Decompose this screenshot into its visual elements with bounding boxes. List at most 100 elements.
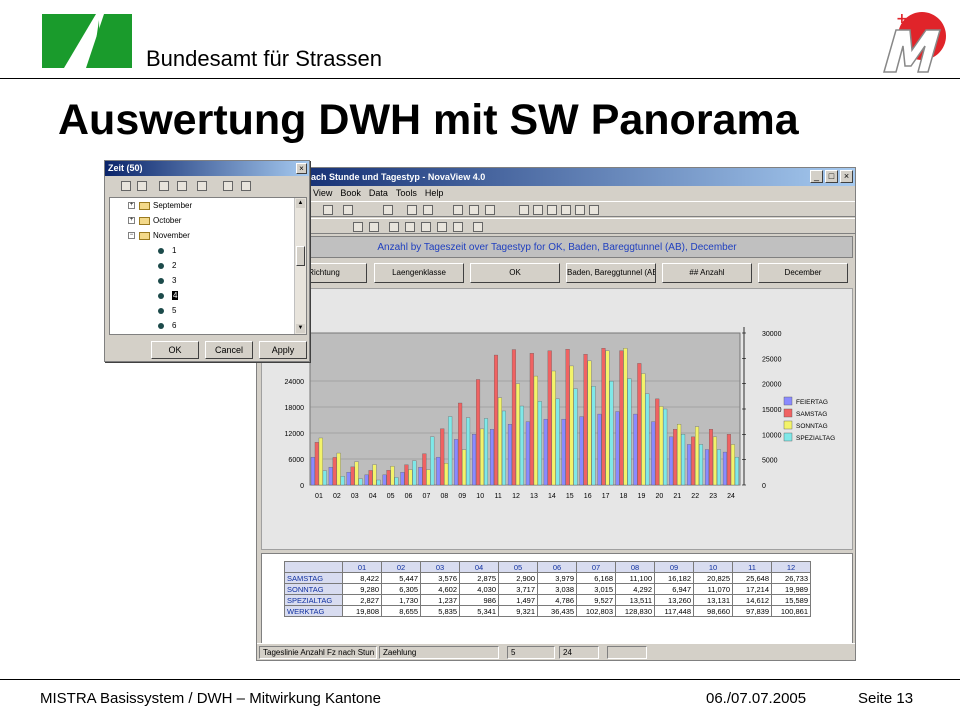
undo-icon[interactable] [323, 205, 333, 215]
grid-cell[interactable]: 6,168 [576, 572, 616, 584]
grid-row-header[interactable]: SPEZIALTAG [284, 594, 343, 606]
forward-icon[interactable] [533, 205, 543, 215]
grid-cell[interactable]: 17,214 [732, 583, 772, 595]
grid-column-header[interactable]: 08 [615, 561, 655, 573]
grid-column-header[interactable]: 09 [654, 561, 694, 573]
grid-cell[interactable]: 102,803 [576, 605, 616, 617]
grid-column-header[interactable]: 06 [537, 561, 577, 573]
grid-cell[interactable]: 100,861 [771, 605, 811, 617]
monitor-icon[interactable] [547, 205, 557, 215]
grid-cell[interactable]: 3,015 [576, 583, 616, 595]
grid-cell[interactable]: 4,786 [537, 594, 577, 606]
grid-cell[interactable]: 8,655 [381, 605, 421, 617]
grid-cell[interactable]: 4,602 [420, 583, 460, 595]
calculator-icon[interactable] [437, 222, 447, 232]
grid-cell[interactable]: 1,237 [420, 594, 460, 606]
folder-up-icon[interactable] [575, 205, 585, 215]
properties-icon[interactable] [473, 222, 483, 232]
grid-cell[interactable]: 4,030 [459, 583, 499, 595]
grid-cell[interactable]: 2,900 [498, 572, 538, 584]
hierarchy-icon[interactable] [353, 222, 363, 232]
grid-cell[interactable]: 13,131 [693, 594, 733, 606]
excel-icon[interactable] [453, 205, 463, 215]
grid-column-header[interactable]: 02 [381, 561, 421, 573]
grid-cell[interactable]: 1,730 [381, 594, 421, 606]
menu-book[interactable]: Book [340, 186, 361, 201]
sort-icon[interactable] [369, 222, 379, 232]
swap-icon[interactable] [405, 222, 415, 232]
grid-cell[interactable]: 11,100 [615, 572, 655, 584]
grid-cell[interactable]: 11,070 [693, 583, 733, 595]
grid-cell[interactable]: 14,612 [732, 594, 772, 606]
find-icon[interactable] [177, 181, 187, 191]
grid-cell[interactable]: 6,947 [654, 583, 694, 595]
grid-column-header[interactable]: 03 [420, 561, 460, 573]
grid-icon[interactable] [485, 205, 495, 215]
find-next-icon[interactable] [197, 181, 207, 191]
grid-cell[interactable]: 9,280 [342, 583, 382, 595]
dimension-button-ok[interactable]: OK [470, 263, 560, 283]
grid-cell[interactable]: 15,589 [771, 594, 811, 606]
chart-icon[interactable] [407, 205, 417, 215]
tree-scrollbar[interactable]: ▲ ▼ [294, 198, 306, 334]
grid-cell[interactable]: 6,305 [381, 583, 421, 595]
sheet-tab-zaehlung[interactable]: Zaehlung [379, 646, 499, 659]
grid-cell[interactable]: 986 [459, 594, 499, 606]
back-icon[interactable] [519, 205, 529, 215]
scroll-up-icon[interactable]: ▲ [296, 199, 305, 208]
grid-cell[interactable]: 2,875 [459, 572, 499, 584]
time-tree[interactable]: + September + October − November 1 2 3 4 5 … [109, 197, 307, 335]
grid-row-header[interactable]: SONNTAG [284, 583, 343, 595]
sheet-tab-tageslinie[interactable]: Tageslinie Anzahl Fz nach Stun [259, 646, 377, 659]
menu-help[interactable]: Help [425, 186, 444, 201]
grid-cell[interactable]: 13,260 [654, 594, 694, 606]
dimension-button-month[interactable]: December [758, 263, 848, 283]
grid-cell[interactable]: 97,839 [732, 605, 772, 617]
grid-cell[interactable]: 19,808 [342, 605, 382, 617]
percent-icon[interactable] [423, 205, 433, 215]
grid-cell[interactable]: 13,511 [615, 594, 655, 606]
tree-node-october[interactable]: + October [128, 216, 181, 225]
cancel-button[interactable]: Cancel [205, 341, 253, 359]
tree-icon[interactable] [159, 181, 169, 191]
close-button[interactable]: × [840, 170, 853, 183]
grid-cell[interactable]: 98,660 [693, 605, 733, 617]
grid-column-header[interactable]: 05 [498, 561, 538, 573]
grid-column-header[interactable]: 12 [771, 561, 811, 573]
filter-icon[interactable] [223, 181, 233, 191]
grid-cell[interactable]: 3,038 [537, 583, 577, 595]
tree-node-september[interactable]: + September [128, 201, 192, 210]
grid-cell[interactable]: 9,321 [498, 605, 538, 617]
tree-node-day[interactable]: 1 [158, 246, 176, 255]
grid-cell[interactable]: 20,825 [693, 572, 733, 584]
grid-cell[interactable]: 1,497 [498, 594, 538, 606]
grid-column-header[interactable]: 11 [732, 561, 772, 573]
home-icon[interactable] [589, 205, 599, 215]
grid-column-header[interactable]: 07 [576, 561, 616, 573]
grid-row-header[interactable]: WERKTAG [284, 605, 343, 617]
redo-icon[interactable] [343, 205, 353, 215]
menu-data[interactable]: Data [369, 186, 388, 201]
ok-button[interactable]: OK [151, 341, 199, 359]
data-grid[interactable]: 01 02 03 04 05 06 07 08 09 10 11 12 SAMSTAG 8,422 5,44… [261, 553, 853, 645]
minimize-button[interactable]: _ [810, 170, 823, 183]
chart-type-icon[interactable] [453, 222, 463, 232]
grid-cell[interactable]: 3,717 [498, 583, 538, 595]
grid-column-header[interactable]: 01 [342, 561, 382, 573]
scroll-down-icon[interactable]: ▼ [296, 324, 305, 333]
collapse-icon[interactable] [121, 181, 131, 191]
tree-node-day[interactable]: 5 [158, 306, 176, 315]
grid-cell[interactable]: 26,733 [771, 572, 811, 584]
grid-cell[interactable]: 4,292 [615, 583, 655, 595]
grid-row-header[interactable]: SAMSTAG [284, 572, 343, 584]
refresh-icon[interactable] [469, 205, 479, 215]
scroll-thumb[interactable] [296, 246, 305, 266]
grid-cell[interactable]: 25,648 [732, 572, 772, 584]
menu-tools[interactable]: Tools [396, 186, 417, 201]
grid-cell[interactable]: 5,447 [381, 572, 421, 584]
dimension-button-laengenklasse[interactable]: Laengenklasse [374, 263, 464, 283]
menu-view[interactable]: View [313, 186, 332, 201]
grid-cell[interactable]: 8,422 [342, 572, 382, 584]
apply-button[interactable]: Apply [259, 341, 307, 359]
tree-node-day[interactable]: 2 [158, 261, 176, 270]
